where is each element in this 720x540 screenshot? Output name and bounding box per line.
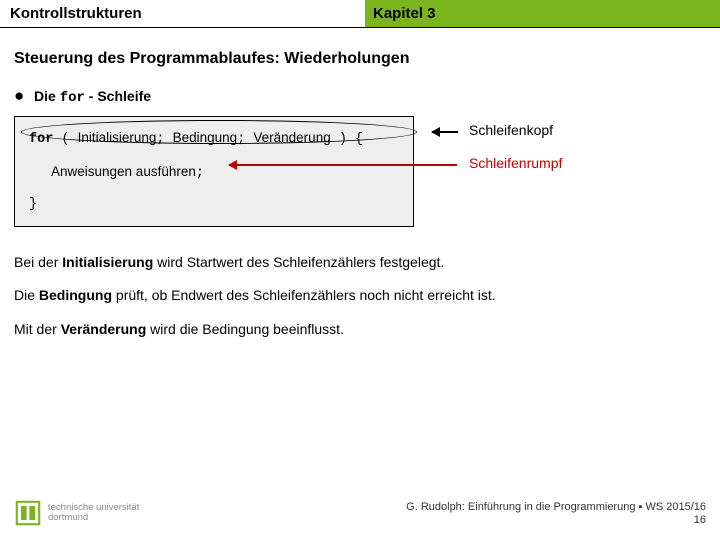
slide-header: Kontrollstrukturen Kapitel 3 <box>0 0 720 28</box>
bullet-keyword: for <box>60 90 85 106</box>
code-init: Initialisierung <box>78 130 157 145</box>
para-init: Bei der Initialisierung wird Startwert d… <box>14 253 706 273</box>
label-schleifenrumpf: Schleifenrumpf <box>469 155 562 171</box>
p1c: wird Startwert des Schleifenzählers fest… <box>153 254 444 270</box>
tu-logo-icon <box>14 499 42 527</box>
university-logo: technische universität dortmund <box>14 499 139 527</box>
arrow-body <box>229 164 457 166</box>
code-lparen: ( <box>53 132 77 147</box>
p1b: Initialisierung <box>62 254 153 270</box>
p3b: Veränderung <box>61 321 147 337</box>
code-sep1: ; <box>156 132 172 147</box>
credit-text: G. Rudolph: Einführung in die Programmie… <box>406 501 706 513</box>
slide-content: Steuerung des Programmablaufes: Wiederho… <box>0 28 720 340</box>
p3a: Mit der <box>14 321 61 337</box>
bullet-item: ● Die for - Schleife <box>14 88 706 106</box>
p3c: wird die Bedingung beeinflusst. <box>146 321 344 337</box>
bullet-suffix: - Schleife <box>85 88 151 104</box>
university-name: technische universität dortmund <box>48 503 139 524</box>
code-change: Veränderung <box>253 130 330 145</box>
footer-credit: G. Rudolph: Einführung in die Programmie… <box>406 501 706 526</box>
code-kw-for: for <box>29 132 53 147</box>
code-line-close: } <box>29 194 399 216</box>
slide-footer: technische universität dortmund G. Rudol… <box>0 492 720 540</box>
header-chapter: Kapitel 3 <box>365 0 720 27</box>
bullet-prefix: Die <box>34 88 60 104</box>
code-body-semi: ; <box>196 166 204 181</box>
code-box: for ( Initialisierung; Bedingung; Veränd… <box>14 116 414 227</box>
bullet-icon: ● <box>14 91 24 101</box>
para-cond: Die Bedingung prüft, ob Endwert des Schl… <box>14 286 706 306</box>
code-body-text: Anweisungen ausführen <box>51 164 196 179</box>
p2a: Die <box>14 287 39 303</box>
p1a: Bei der <box>14 254 62 270</box>
code-line-head: for ( Initialisierung; Bedingung; Veränd… <box>29 127 399 151</box>
p2b: Bedingung <box>39 287 112 303</box>
header-topic: Kontrollstrukturen <box>0 0 365 27</box>
p2c: prüft, ob Endwert des Schleifenzählers n… <box>112 287 496 303</box>
uni-line2: dortmund <box>48 513 139 523</box>
explanation-paragraphs: Bei der Initialisierung wird Startwert d… <box>14 253 706 340</box>
arrow-head <box>432 131 458 133</box>
code-line-body: Anweisungen ausführen; <box>29 151 399 195</box>
page-number: 16 <box>406 514 706 526</box>
bullet-text: Die for - Schleife <box>34 88 151 106</box>
slide-title: Steuerung des Programmablaufes: Wiederho… <box>14 50 706 68</box>
code-sep2: ; <box>237 132 253 147</box>
para-change: Mit der Veränderung wird die Bedingung b… <box>14 320 706 340</box>
code-cond: Bedingung <box>173 130 238 145</box>
code-rparen-brace: ) { <box>331 132 363 147</box>
code-diagram: for ( Initialisierung; Bedingung; Veränd… <box>14 116 706 227</box>
label-schleifenkopf: Schleifenkopf <box>469 122 553 138</box>
